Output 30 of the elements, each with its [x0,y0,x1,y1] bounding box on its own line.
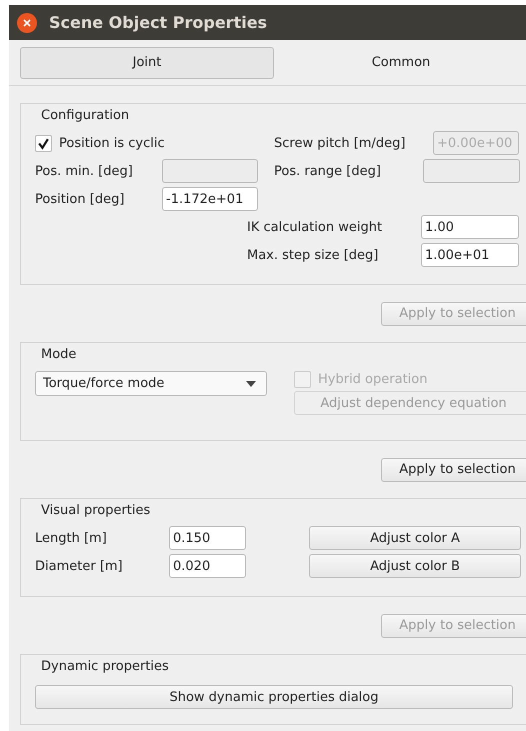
caret-icon [246,380,256,386]
field-label: Pos. min. [deg] [35,164,134,178]
mode-dropdown[interactable]: Torque/force mode [35,371,267,396]
input-field[interactable]: 0.150 [169,526,246,550]
group-title: Configuration [41,108,130,123]
field-label: Pos. range [deg] [274,164,382,178]
apply-button[interactable]: Apply to selection [381,458,526,482]
dynamic-dialog-button[interactable]: Show dynamic properties dialog [35,685,513,709]
tab[interactable]: Common [274,46,526,78]
field-label: IK calculation weight [247,220,384,234]
tab[interactable]: Joint [20,46,274,78]
color-button[interactable]: Adjust color A [309,526,521,550]
field-label: Position [deg] [35,192,126,206]
group-title: Mode [41,347,76,362]
close-icon[interactable] [17,12,37,32]
checkbox-label: Position is cyclic [59,136,165,150]
checkbox[interactable] [35,134,52,152]
field-label: Length [m] [35,530,108,546]
input-field[interactable]: 1.00 [421,215,519,239]
input-field[interactable]: 1.00e+01 [421,243,519,267]
checkbox-label: Hybrid operation [318,372,428,387]
window-title: Scene Object Properties [49,13,268,32]
color-button[interactable]: Adjust color B [309,554,521,578]
field-label: Screw pitch [m/deg] [274,136,406,150]
group-title: Visual properties [41,503,150,518]
field-label: Max. step size [deg] [247,248,380,262]
input-field[interactable]: 0.020 [169,554,246,578]
group-title: Dynamic properties [41,659,169,674]
input-field[interactable]: -1.172e+01 [162,187,258,211]
field-label: Diameter [m] [35,558,124,574]
